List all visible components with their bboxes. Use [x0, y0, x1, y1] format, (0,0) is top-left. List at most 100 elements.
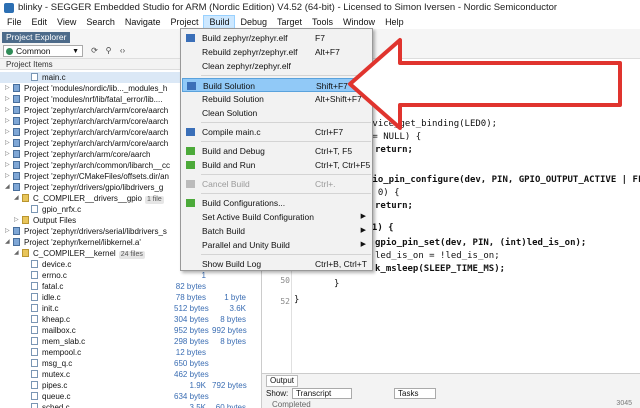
tree-row[interactable]: fatal.c 82 bytes: [0, 281, 261, 292]
menu-item-label: Set Active Build Configuration: [202, 212, 314, 222]
tree-item-label: Project 'zephyr/arch/arch/arm/core/aarch: [24, 106, 169, 115]
show-label: Show:: [266, 389, 289, 398]
menu-item-compile-main-c[interactable]: Compile main.c Ctrl+F7: [182, 125, 372, 139]
menu-window[interactable]: Window: [338, 15, 380, 29]
submenu-arrow-icon: ▶: [360, 227, 366, 234]
menu-item-rebuild-zephyr-zephyr-elf[interactable]: Rebuild zephyr/zephyr.elf Alt+F7: [182, 45, 372, 59]
tree-item-label: Output Files: [33, 216, 77, 225]
menu-separator: [201, 174, 371, 175]
code-size: 12 bytes: [175, 348, 206, 357]
tree-item-label: Project 'modules/nrf/lib/fatal_error/lib…: [24, 95, 163, 104]
c-file-icon: [31, 73, 38, 81]
code-size: 952 bytes: [174, 326, 209, 335]
menu-debug[interactable]: Debug: [235, 15, 272, 29]
folder-icon: [22, 194, 29, 202]
c-file-icon: [31, 304, 38, 312]
menu-item-set-active-build-configuration[interactable]: Set Active Build Configuration ▶: [182, 210, 372, 224]
code-icon[interactable]: ‹›: [118, 46, 127, 55]
collapse-icon[interactable]: ◢: [5, 182, 10, 193]
tree-item-label: Project 'zephyr/drivers/gpio/libdrivers_…: [24, 183, 164, 192]
refresh-icon[interactable]: ⟳: [90, 46, 99, 55]
code-line: }: [334, 279, 340, 289]
expand-icon[interactable]: ▷: [5, 116, 10, 127]
menu-item-shortcut: Ctrl+F7: [315, 127, 344, 137]
collapse-icon[interactable]: ◢: [14, 248, 19, 259]
filter-icon[interactable]: ⚲: [104, 46, 113, 55]
project-icon: [13, 161, 20, 169]
menu-item-show-build-log[interactable]: Show Build Log Ctrl+B, Ctrl+T: [182, 257, 372, 271]
project-icon: [13, 106, 20, 114]
menu-item-build-and-run[interactable]: Build and Run Ctrl+T, Ctrl+F5: [182, 158, 372, 172]
expand-icon[interactable]: ▷: [5, 127, 10, 138]
expand-icon[interactable]: ▷: [5, 138, 10, 149]
menu-item-build-zephyr-zephyr-elf[interactable]: Build zephyr/zephyr.elf F7: [182, 31, 372, 45]
c-file-icon: [31, 348, 38, 356]
project-explorer-tab[interactable]: Project Explorer: [2, 32, 71, 43]
menu-edit[interactable]: Edit: [27, 15, 53, 29]
menu-tools[interactable]: Tools: [307, 15, 338, 29]
menu-search[interactable]: Search: [81, 15, 120, 29]
configuration-select[interactable]: Common ▼: [3, 45, 83, 57]
tree-row[interactable]: sched.c 3.5K 60 bytes: [0, 402, 261, 408]
expand-icon[interactable]: ▷: [5, 83, 10, 94]
project-icon: [13, 84, 20, 92]
expand-icon[interactable]: ▷: [5, 160, 10, 171]
expand-icon[interactable]: ▷: [5, 94, 10, 105]
c-file-icon: [31, 315, 38, 323]
project-icon: [13, 183, 20, 191]
c-file-icon: [31, 359, 38, 367]
folder-icon: [22, 216, 29, 224]
code-line: return;: [375, 201, 413, 211]
tree-row[interactable]: mem_slab.c 298 bytes 8 bytes: [0, 336, 261, 347]
tree-row[interactable]: mutex.c 462 bytes: [0, 369, 261, 380]
menu-item-build-and-debug[interactable]: Build and Debug Ctrl+T, F5: [182, 144, 372, 158]
menu-item-rebuild-solution[interactable]: Rebuild Solution Alt+Shift+F7: [182, 92, 372, 106]
menu-item-build-configurations[interactable]: Build Configurations...: [182, 196, 372, 210]
menu-item-shortcut: Alt+F7: [315, 47, 340, 57]
expand-icon[interactable]: ▷: [14, 215, 19, 226]
menu-item-clean-solution[interactable]: Clean Solution: [182, 106, 372, 120]
tree-row[interactable]: init.c 512 bytes 3.6K: [0, 303, 261, 314]
menu-item-batch-build[interactable]: Batch Build ▶: [182, 224, 372, 238]
output-tab[interactable]: Output: [266, 375, 299, 387]
c-file-icon: [31, 271, 38, 279]
tree-item-label: Project 'zephyr/arch/arch/arm/core/aarch: [24, 117, 169, 126]
menu-help[interactable]: Help: [380, 15, 409, 29]
code-line: == NULL) {: [367, 132, 422, 142]
transcript-select[interactable]: Transcript: [292, 388, 352, 399]
project-icon: [13, 117, 20, 125]
c-file-icon: [31, 392, 38, 400]
menu-separator: [201, 75, 371, 76]
tree-item-label: mem_slab.c: [42, 337, 86, 346]
tree-row[interactable]: msg_q.c 650 bytes: [0, 358, 261, 369]
tree-item-label: kheap.c: [42, 315, 71, 324]
tree-row[interactable]: mailbox.c 952 bytes 992 bytes: [0, 325, 261, 336]
menu-file[interactable]: File: [2, 15, 27, 29]
menu-project[interactable]: Project: [165, 15, 203, 29]
expand-icon[interactable]: ▷: [5, 149, 10, 160]
tree-row[interactable]: pipes.c 1.9K 792 bytes: [0, 380, 261, 391]
tree-row[interactable]: mempool.c 12 bytes: [0, 347, 261, 358]
project-icon: [13, 150, 20, 158]
menu-item-parallel-and-unity-build[interactable]: Parallel and Unity Build ▶: [182, 238, 372, 252]
menu-item-clean-zephyr-zephyr-elf[interactable]: Clean zephyr/zephyr.elf: [182, 59, 372, 73]
tree-row[interactable]: errno.c 1: [0, 270, 261, 281]
tree-row[interactable]: idle.c 78 bytes 1 byte: [0, 292, 261, 303]
menu-view[interactable]: View: [52, 15, 81, 29]
tree-item-label: Project 'zephyr/arch/arch/arm/core/aarch: [24, 139, 169, 148]
menu-item-shortcut: Ctrl+T, F5: [315, 146, 353, 156]
expand-icon[interactable]: ▷: [5, 226, 10, 237]
menu-build[interactable]: Build: [203, 15, 236, 29]
menu-item-build-solution[interactable]: Build Solution Shift+F7: [182, 78, 372, 92]
collapse-icon[interactable]: ◢: [5, 237, 10, 248]
expand-icon[interactable]: ▷: [5, 171, 10, 182]
menu-target[interactable]: Target: [272, 15, 307, 29]
tasks-select[interactable]: Tasks: [394, 388, 436, 399]
menu-navigate[interactable]: Navigate: [120, 15, 166, 29]
c-file-icon: [31, 326, 38, 334]
tree-row[interactable]: kheap.c 304 bytes 8 bytes: [0, 314, 261, 325]
tree-row[interactable]: queue.c 634 bytes: [0, 391, 261, 402]
collapse-icon[interactable]: ◢: [14, 193, 19, 204]
expand-icon[interactable]: ▷: [5, 105, 10, 116]
tree-item-label: gpio_nrfx.c: [42, 205, 82, 214]
